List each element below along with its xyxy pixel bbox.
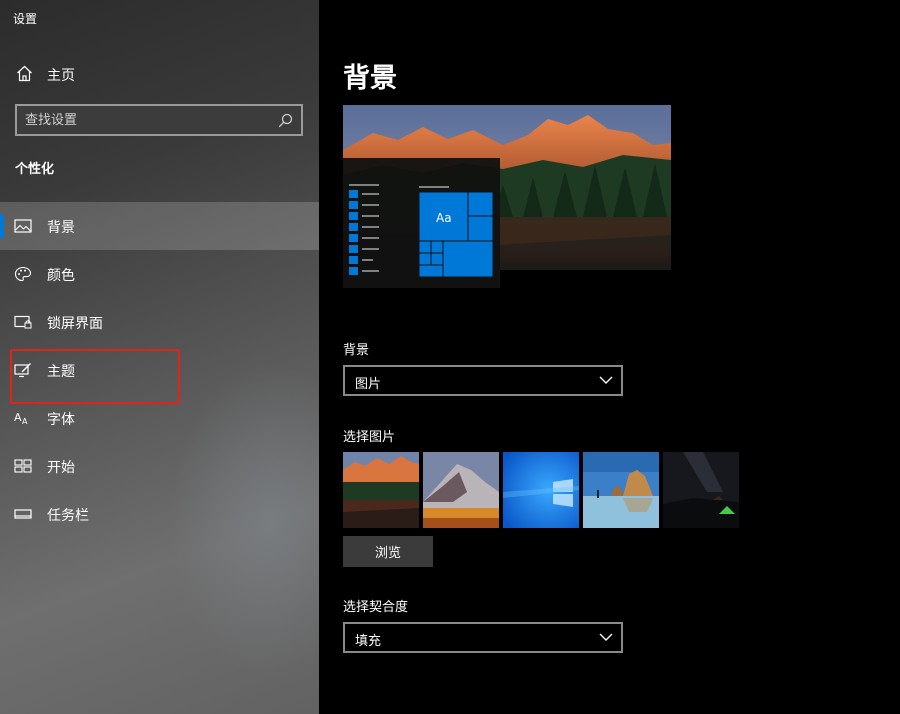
themes-highlight-annotation xyxy=(10,349,180,404)
svg-text:A: A xyxy=(22,417,28,426)
section-heading-personalization: 个性化 xyxy=(15,162,55,177)
preview-tile-label: Aa xyxy=(436,211,452,225)
background-type-dropdown[interactable]: 图片 xyxy=(343,365,623,396)
sidebar-item-label: 任务栏 xyxy=(47,508,89,524)
background-settings-page: 背景 Aa 背景 图片 选择图片 浏览 选择契合度 填充 xyxy=(319,0,900,714)
sidebar-item-start[interactable]: 开始 xyxy=(0,442,319,490)
dropdown-value: 填充 xyxy=(355,634,382,649)
search-box[interactable] xyxy=(15,104,303,136)
chevron-down-icon xyxy=(599,376,613,384)
picture-thumbnail-3[interactable] xyxy=(503,452,579,528)
fit-dropdown[interactable]: 填充 xyxy=(343,622,623,653)
picture-thumbnails xyxy=(343,452,739,528)
sidebar-item-background[interactable]: 背景 xyxy=(0,202,319,250)
browse-button[interactable]: 浏览 xyxy=(343,536,433,567)
choose-picture-label: 选择图片 xyxy=(343,430,396,445)
picture-thumbnail-1[interactable] xyxy=(343,452,419,528)
sidebar-item-label: 颜色 xyxy=(47,268,75,284)
desktop-preview: Aa xyxy=(343,105,671,288)
preview-wallpaper-image xyxy=(343,105,671,288)
taskbar-icon xyxy=(14,509,32,519)
dropdown-value: 图片 xyxy=(355,377,382,392)
search-icon[interactable] xyxy=(278,113,293,128)
sidebar-item-label: 字体 xyxy=(47,412,75,428)
background-type-label: 背景 xyxy=(343,343,370,358)
active-indicator xyxy=(0,214,4,238)
sidebar-item-lock-screen[interactable]: 锁屏界面 xyxy=(0,298,319,346)
search-input[interactable] xyxy=(25,110,275,130)
chevron-down-icon xyxy=(599,633,613,641)
sidebar-item-label: 开始 xyxy=(47,460,75,476)
fit-label: 选择契合度 xyxy=(343,600,409,615)
sidebar-home-link[interactable]: 主页 xyxy=(0,56,319,92)
sidebar-item-label: 背景 xyxy=(47,220,75,236)
home-label: 主页 xyxy=(47,68,75,84)
home-icon xyxy=(17,65,32,82)
lock-screen-icon xyxy=(14,315,32,329)
sidebar-item-colors[interactable]: 颜色 xyxy=(0,250,319,298)
svg-text:A: A xyxy=(14,411,22,424)
picture-thumbnail-5[interactable] xyxy=(663,452,739,528)
settings-sidebar: 设置 主页 个性化 背景 颜色 xyxy=(0,0,319,714)
start-icon xyxy=(14,459,32,473)
picture-thumbnail-4[interactable] xyxy=(583,452,659,528)
font-icon: A A xyxy=(14,411,28,426)
page-title: 背景 xyxy=(343,63,397,94)
sidebar-item-taskbar[interactable]: 任务栏 xyxy=(0,490,319,538)
palette-icon xyxy=(14,266,32,282)
picture-icon xyxy=(14,219,32,233)
picture-thumbnail-2[interactable] xyxy=(423,452,499,528)
window-title: 设置 xyxy=(13,12,38,26)
sidebar-item-label: 锁屏界面 xyxy=(47,316,103,332)
